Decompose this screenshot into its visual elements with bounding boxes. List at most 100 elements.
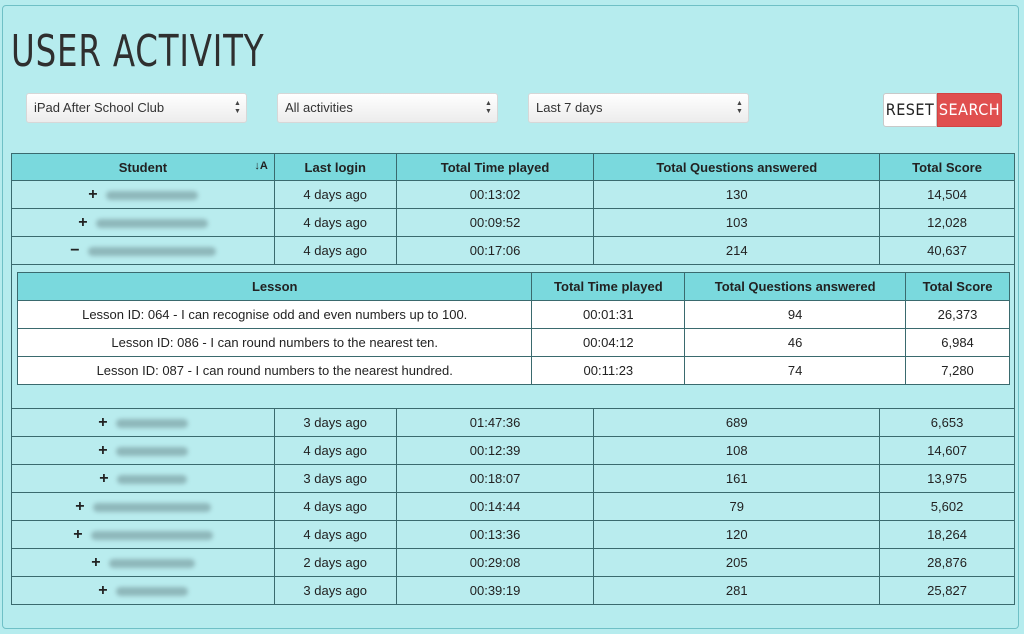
redacted-student-name: [108, 558, 195, 568]
lesson-row: Lesson ID: 087 - I can round numbers to …: [16, 356, 1010, 385]
score-cell: 14,607: [879, 436, 1015, 465]
questions-cell: 161: [593, 464, 881, 493]
last-login-cell: 4 days ago: [273, 236, 397, 265]
score-cell: 40,637: [879, 236, 1015, 265]
expand-icon[interactable]: +: [73, 526, 82, 543]
score-cell: 14,504: [879, 180, 1015, 209]
time-cell: 00:18:07: [395, 464, 595, 493]
student-table-header: Student ↓A Last login Total Time played T…: [11, 153, 1015, 181]
student-name-cell: +: [11, 436, 275, 465]
last-login-cell: 4 days ago: [273, 208, 397, 237]
lesson-questions-cell: 74: [684, 356, 907, 385]
reset-button[interactable]: RESET: [883, 93, 937, 127]
expand-icon[interactable]: +: [91, 554, 100, 571]
column-header-questions[interactable]: Total Questions answered: [593, 153, 881, 181]
score-cell: 12,028: [879, 208, 1015, 237]
column-header-last-login[interactable]: Last login: [273, 153, 397, 181]
column-header-score[interactable]: Total Score: [879, 153, 1015, 181]
table-row: + 3 days ago 01:47:36 689 6,653: [11, 408, 1015, 437]
score-cell: 5,602: [879, 492, 1015, 521]
expand-icon[interactable]: +: [98, 414, 107, 431]
student-table: Student ↓A Last login Total Time played T…: [11, 153, 1015, 265]
score-cell: 28,876: [879, 548, 1015, 577]
table-row: + 2 days ago 00:29:08 205 28,876: [11, 548, 1015, 577]
search-button[interactable]: SEARCH: [937, 93, 1002, 127]
student-name-cell: +: [11, 548, 275, 577]
table-row: + 4 days ago 00:09:52 103 12,028: [11, 208, 1015, 237]
activity-select[interactable]: All activities ▲ ▼: [277, 93, 498, 123]
questions-cell: 108: [593, 436, 881, 465]
expand-icon[interactable]: +: [88, 186, 97, 203]
column-header-lesson-score: Total Score: [905, 272, 1010, 301]
expand-icon[interactable]: +: [75, 498, 84, 515]
lesson-questions-cell: 94: [684, 300, 907, 329]
expand-icon[interactable]: +: [98, 442, 107, 459]
period-select[interactable]: Last 7 days ▲ ▼: [528, 93, 749, 123]
group-select[interactable]: iPad After School Club ▲ ▼: [26, 93, 247, 123]
student-name-cell: +: [11, 520, 275, 549]
last-login-cell: 4 days ago: [273, 492, 397, 521]
last-login-cell: 3 days ago: [273, 464, 397, 493]
redacted-student-name: [92, 502, 211, 512]
questions-cell: 205: [593, 548, 881, 577]
collapse-icon[interactable]: −: [70, 242, 79, 259]
questions-cell: 214: [593, 236, 881, 265]
questions-cell: 281: [593, 576, 881, 605]
select-arrows-icon: ▲ ▼: [234, 100, 241, 115]
lesson-time-cell: 00:11:23: [531, 356, 686, 385]
time-cell: 01:47:36: [395, 408, 595, 437]
time-cell: 00:29:08: [395, 548, 595, 577]
expand-icon[interactable]: +: [98, 582, 107, 599]
last-login-cell: 3 days ago: [273, 576, 397, 605]
redacted-student-name: [95, 218, 208, 228]
student-name-cell: −: [11, 236, 275, 265]
lesson-score-cell: 26,373: [905, 300, 1010, 329]
redacted-student-name: [105, 190, 198, 200]
column-header-lesson-questions: Total Questions answered: [684, 272, 907, 301]
time-cell: 00:17:06: [395, 236, 595, 265]
student-name-cell: +: [11, 464, 275, 493]
column-header-student[interactable]: Student ↓A: [11, 153, 275, 181]
last-login-cell: 4 days ago: [273, 520, 397, 549]
student-name-cell: +: [11, 208, 275, 237]
student-name-cell: +: [11, 576, 275, 605]
column-header-time[interactable]: Total Time played: [395, 153, 595, 181]
score-cell: 13,975: [879, 464, 1015, 493]
redacted-student-name: [90, 530, 213, 540]
time-cell: 00:13:02: [395, 180, 595, 209]
lesson-table: Lesson Total Time played Total Questions…: [16, 272, 1010, 385]
lesson-row: Lesson ID: 064 - I can recognise odd and…: [16, 300, 1010, 329]
time-cell: 00:12:39: [395, 436, 595, 465]
expand-icon[interactable]: +: [78, 214, 87, 231]
redacted-student-name: [115, 418, 188, 428]
period-select-value: Last 7 days: [536, 100, 603, 115]
questions-cell: 103: [593, 208, 881, 237]
lesson-time-cell: 00:04:12: [531, 328, 686, 357]
expand-icon[interactable]: +: [99, 470, 108, 487]
lesson-score-cell: 7,280: [905, 356, 1010, 385]
lesson-table-header: Lesson Total Time played Total Questions…: [16, 272, 1010, 301]
time-cell: 00:13:36: [395, 520, 595, 549]
redacted-student-name: [87, 246, 216, 256]
score-cell: 25,827: [879, 576, 1015, 605]
student-name-cell: +: [11, 492, 275, 521]
sort-icon[interactable]: ↓A: [254, 160, 267, 172]
table-row: + 4 days ago 00:13:02 130 14,504: [11, 180, 1015, 209]
table-row-expanded: − 4 days ago 00:17:06 214 40,637: [11, 236, 1015, 265]
lesson-time-cell: 00:01:31: [531, 300, 686, 329]
last-login-cell: 4 days ago: [273, 180, 397, 209]
table-row: + 4 days ago 00:14:44 79 5,602: [11, 492, 1015, 521]
score-cell: 6,653: [879, 408, 1015, 437]
table-row: + 4 days ago 00:12:39 108 14,607: [11, 436, 1015, 465]
lesson-score-cell: 6,984: [905, 328, 1010, 357]
time-cell: 00:09:52: [395, 208, 595, 237]
activity-select-value: All activities: [285, 100, 353, 115]
column-header-lesson-time: Total Time played: [531, 272, 686, 301]
table-row: + 3 days ago 00:18:07 161 13,975: [11, 464, 1015, 493]
redacted-student-name: [116, 474, 187, 484]
select-arrows-icon: ▲ ▼: [485, 100, 492, 115]
student-name-cell: +: [11, 408, 275, 437]
questions-cell: 120: [593, 520, 881, 549]
lesson-row: Lesson ID: 086 - I can round numbers to …: [16, 328, 1010, 357]
questions-cell: 689: [593, 408, 881, 437]
